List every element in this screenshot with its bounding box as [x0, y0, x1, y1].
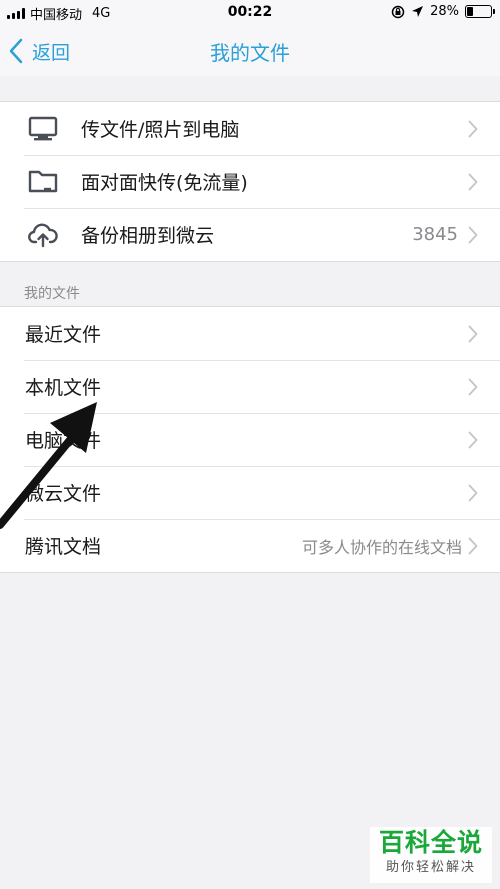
chevron-right-icon [468, 325, 478, 342]
row-label: 微云文件 [25, 483, 102, 505]
tencent-docs-description: 可多人协作的在线文档 [301, 537, 462, 557]
row-label: 面对面快传(免流量) [81, 172, 248, 194]
page-title: 我的文件 [210, 41, 290, 65]
folder-icon [28, 170, 58, 193]
section-header: 我的文件 [24, 286, 80, 302]
row-recent-files[interactable]: 最近文件 [0, 307, 500, 360]
transfer-group: 传文件/照片到电脑 面对面快传(免流量) 备份相册到微云 3845 [0, 101, 500, 262]
navigation-bar: 返回 我的文件 [0, 26, 500, 76]
chevron-right-icon [468, 431, 478, 448]
row-computer-files[interactable]: 电脑文件 [0, 413, 500, 466]
row-face-to-face-transfer[interactable]: 面对面快传(免流量) [0, 155, 500, 208]
watermark-subtitle: 助你轻松解决 [385, 860, 476, 875]
row-label: 最近文件 [25, 324, 102, 346]
chevron-right-icon [468, 120, 478, 137]
row-backup-album[interactable]: 备份相册到微云 3845 [0, 208, 500, 261]
chevron-right-icon [468, 378, 478, 395]
watermark-title: 百科全说 [378, 828, 483, 857]
chevron-right-icon [468, 173, 478, 190]
battery-percent: 28% [430, 4, 459, 19]
files-group: 最近文件 本机文件 电脑文件 微云文件 腾讯文档 可多人协作的在线文档 [0, 306, 500, 573]
row-label: 本机文件 [25, 377, 102, 399]
backup-count: 3845 [412, 224, 458, 245]
cloud-upload-icon [28, 223, 58, 248]
battery-icon [465, 5, 495, 18]
row-label: 电脑文件 [25, 430, 102, 452]
location-icon [412, 6, 424, 17]
row-weiyun-files[interactable]: 微云文件 [0, 466, 500, 519]
watermark-logo: 百科全说 助你轻松解决 [370, 827, 492, 883]
row-local-files[interactable]: 本机文件 [0, 360, 500, 413]
row-transfer-to-computer[interactable]: 传文件/照片到电脑 [0, 102, 500, 155]
row-label: 传文件/照片到电脑 [81, 119, 240, 141]
row-label: 腾讯文档 [25, 536, 102, 558]
status-bar: 中国移动 4G 00:22 28% [0, 0, 500, 26]
orientation-lock-icon [391, 5, 405, 18]
chevron-right-icon [468, 226, 478, 243]
row-label: 备份相册到微云 [81, 225, 215, 247]
row-tencent-docs[interactable]: 腾讯文档 可多人协作的在线文档 [0, 519, 500, 572]
monitor-icon [28, 116, 58, 141]
chevron-right-icon [468, 484, 478, 501]
chevron-right-icon [468, 537, 478, 554]
